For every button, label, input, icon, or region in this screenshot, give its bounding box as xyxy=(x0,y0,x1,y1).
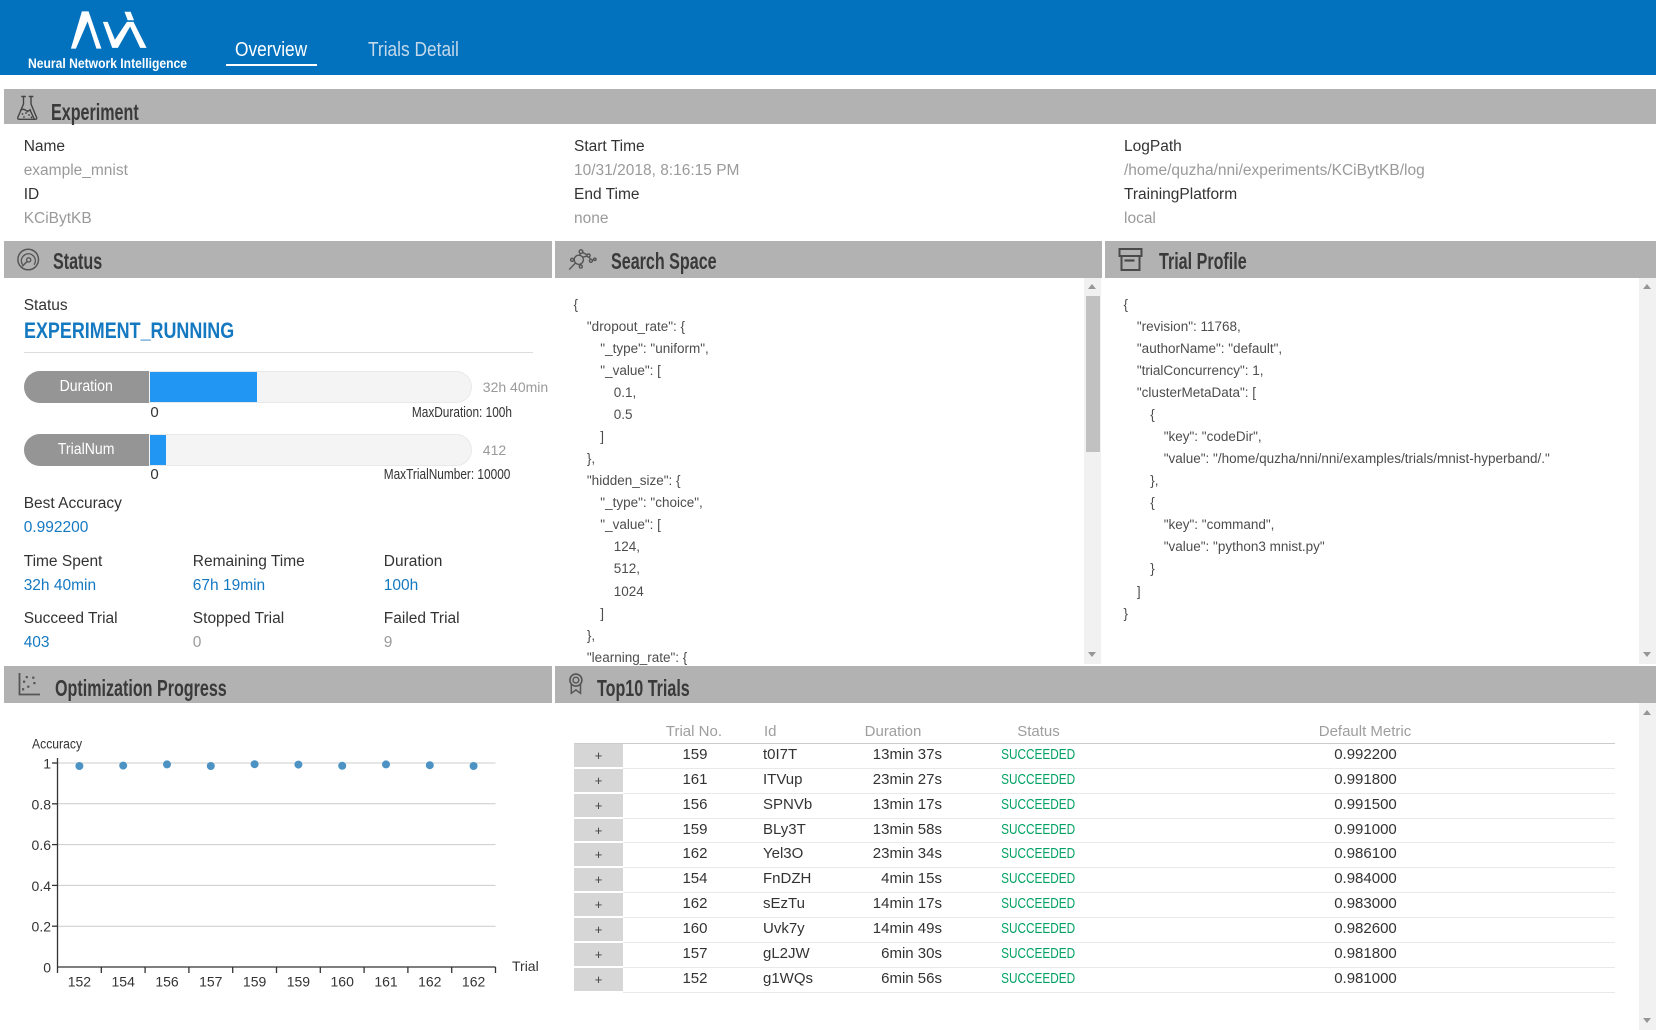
svg-text:161: 161 xyxy=(374,974,398,990)
svg-text:159: 159 xyxy=(287,974,311,990)
svg-text:162: 162 xyxy=(418,974,442,990)
svg-text:157: 157 xyxy=(199,974,223,990)
svg-text:1: 1 xyxy=(43,756,51,772)
svg-text:0.8: 0.8 xyxy=(32,796,52,812)
svg-text:Trial: Trial xyxy=(512,958,539,974)
svg-text:154: 154 xyxy=(112,974,136,990)
svg-text:162: 162 xyxy=(462,974,486,990)
svg-text:0.6: 0.6 xyxy=(32,837,52,853)
svg-text:159: 159 xyxy=(243,974,267,990)
svg-text:152: 152 xyxy=(68,974,92,990)
svg-text:160: 160 xyxy=(331,974,355,990)
svg-text:Accuracy: Accuracy xyxy=(32,736,82,752)
svg-text:0: 0 xyxy=(43,960,51,976)
svg-text:0.2: 0.2 xyxy=(32,919,52,935)
svg-text:156: 156 xyxy=(155,974,179,990)
svg-text:0.4: 0.4 xyxy=(32,878,52,894)
